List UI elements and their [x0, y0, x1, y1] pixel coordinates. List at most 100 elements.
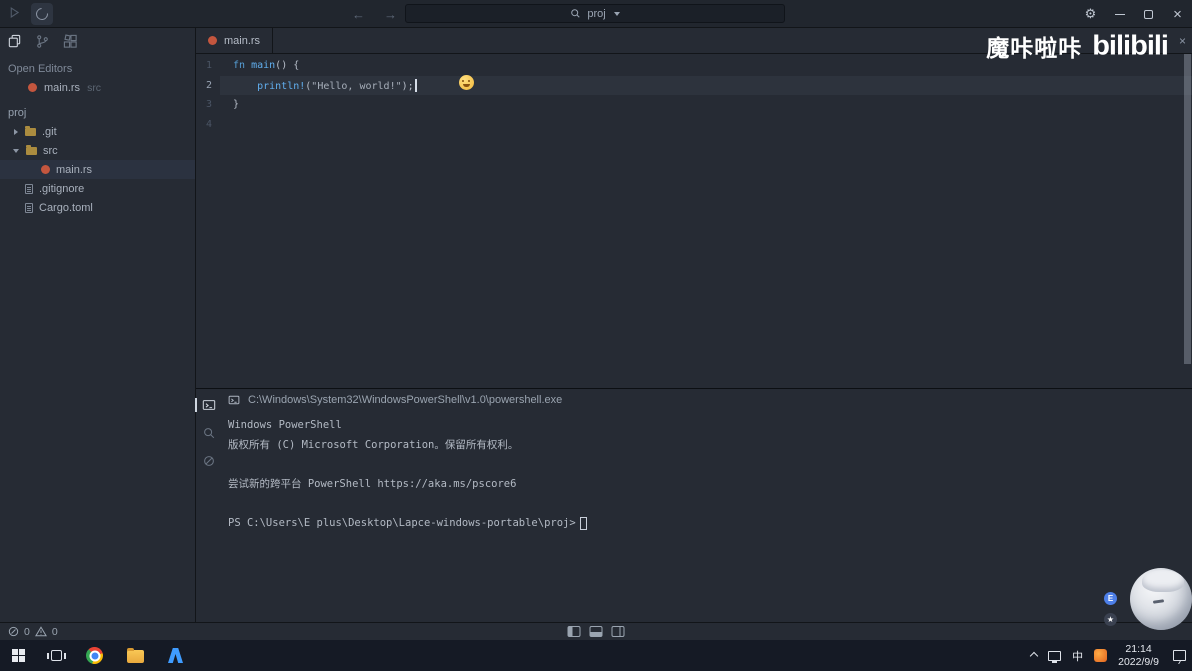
sidebar: Open Editors main.rs src proj .git src m… [0, 28, 196, 622]
problems-icon[interactable] [202, 454, 216, 468]
code-content: } [233, 99, 240, 111]
tray-expand-icon[interactable] [1029, 651, 1039, 660]
error-count: 0 [24, 625, 30, 638]
terminal-line: 尝试新的跨平台 PowerShell https://aka.ms/pscore… [228, 477, 517, 490]
clock-date: 2022/9/9 [1118, 655, 1159, 668]
panel-icon-strip [195, 389, 222, 622]
tabbar: main.rs × [196, 28, 1192, 54]
tree-item-main-rs[interactable]: main.rs [0, 160, 195, 179]
file-icon [25, 183, 33, 194]
rust-file-icon [208, 36, 217, 45]
chevron-down-icon [13, 148, 19, 153]
extensions-icon[interactable] [63, 33, 78, 49]
editor-area: main.rs × 魔咔啦咔 bilibili 1 fn main() { 2 … [195, 28, 1192, 622]
titlebar-logos [0, 2, 53, 25]
tab-label: main.rs [224, 34, 261, 47]
layout-toggles [567, 626, 625, 637]
maximize-icon [1144, 9, 1153, 19]
system-tray: 中 21:14 2022/9/9 [1029, 640, 1186, 671]
lapce-logo-icon [8, 6, 21, 22]
titlebar: ← → proj ⚙ × [0, 0, 1192, 28]
forward-button[interactable]: → [380, 0, 401, 28]
open-editor-name: main.rs [44, 81, 81, 94]
explorer-icon[interactable] [7, 34, 22, 49]
task-view-icon[interactable] [47, 650, 66, 661]
app-logo-icon [33, 5, 51, 22]
code-editor[interactable]: 1 fn main() { 2 println!("Hello, world!"… [196, 54, 1192, 388]
rust-file-icon [28, 83, 37, 92]
tree-item-gitignore[interactable]: .gitignore [0, 179, 195, 198]
code-line[interactable]: 4 [196, 115, 1192, 135]
toggle-left-panel-icon[interactable] [567, 626, 581, 637]
minimize-button[interactable] [1105, 0, 1134, 28]
chevron-down-icon [613, 11, 620, 16]
code-line[interactable]: 3 } [196, 95, 1192, 115]
error-icon [8, 626, 19, 637]
terminal-line: 版权所有 (C) Microsoft Corporation。保留所有权利。 [228, 438, 519, 451]
line-number: 4 [205, 118, 212, 130]
search-icon [571, 9, 580, 18]
code-content: println!("Hello, world!"); [233, 78, 417, 92]
maximize-button[interactable] [1134, 0, 1163, 28]
smiley-emoji-icon [459, 75, 474, 90]
tray-ime-indicator[interactable]: 中 [1072, 648, 1083, 664]
minimize-icon [1114, 13, 1125, 15]
file-explorer-icon[interactable] [127, 647, 144, 663]
taskbar-clock[interactable]: 21:14 2022/9/9 [1118, 643, 1159, 668]
project-root-label[interactable]: proj [8, 107, 195, 119]
tree-item-src[interactable]: src [0, 141, 195, 160]
problems-summary[interactable]: 0 0 [8, 626, 58, 638]
settings-gear-button[interactable]: ⚙ [1076, 0, 1105, 28]
toggle-bottom-panel-icon[interactable] [589, 626, 603, 637]
editor-close-icon[interactable]: × [1179, 28, 1186, 54]
terminal-output[interactable]: Windows PowerShell 版权所有 (C) Microsoft Co… [222, 411, 1192, 534]
rust-file-icon [41, 165, 50, 174]
code-line-active[interactable]: 2 println!("Hello, world!"); [196, 75, 1192, 95]
back-button[interactable]: ← [348, 0, 369, 28]
open-editor-item[interactable]: main.rs src [0, 78, 195, 97]
search-panel-icon[interactable] [202, 426, 216, 440]
tray-display-icon[interactable] [1048, 650, 1062, 663]
editor-scrollbar[interactable] [1184, 54, 1191, 364]
app-window: ← → proj ⚙ × Open Editors main.rs src pr… [0, 0, 1192, 671]
file-icon [25, 202, 33, 213]
tab-main-rs[interactable]: main.rs [196, 28, 274, 53]
terminal-line: Windows PowerShell [228, 419, 342, 431]
toggle-right-panel-icon[interactable] [611, 626, 625, 637]
window-controls: ⚙ × [1076, 0, 1192, 28]
open-editors-header[interactable]: Open Editors [8, 63, 195, 75]
text-cursor [414, 78, 417, 92]
statusbar: 0 0 [0, 622, 1192, 640]
workspace-search[interactable]: proj [405, 4, 785, 23]
line-number: 1 [205, 60, 212, 72]
clock-time: 21:14 [1125, 643, 1152, 655]
open-editor-folder: src [87, 81, 102, 94]
tree-item-cargo-toml[interactable]: Cargo.toml [0, 198, 195, 217]
line-number: 3 [205, 99, 212, 111]
activity-bar [0, 28, 195, 54]
taskbar-apps [47, 647, 183, 664]
terminal-tab-icon [228, 395, 240, 405]
chrome-icon[interactable] [86, 647, 103, 664]
action-center-icon[interactable] [1173, 650, 1186, 661]
terminal-main: C:\Windows\System32\WindowsPowerShell\v1… [222, 389, 1192, 622]
windows-logo-icon [12, 649, 25, 662]
close-button[interactable]: × [1163, 0, 1192, 28]
workspace-name: proj [587, 7, 606, 20]
code-line[interactable]: 1 fn main() { [196, 56, 1192, 76]
terminal-panel: C:\Windows\System32\WindowsPowerShell\v1… [195, 388, 1192, 622]
lapce-taskbar-icon[interactable] [168, 648, 183, 663]
terminal-tab[interactable]: C:\Windows\System32\WindowsPowerShell\v1… [222, 389, 1192, 411]
terminal-prompt-line: PS C:\Users\E plus\Desktop\Lapce-windows… [228, 514, 1192, 534]
terminal-icon[interactable] [195, 398, 216, 412]
terminal-prompt: PS C:\Users\E plus\Desktop\Lapce-windows… [228, 516, 576, 529]
terminal-tab-path: C:\Windows\System32\WindowsPowerShell\v1… [248, 394, 563, 406]
tree-item-git[interactable]: .git [0, 122, 195, 141]
tray-app-icon[interactable] [1094, 649, 1108, 662]
chevron-right-icon [14, 128, 18, 135]
app-menu-button[interactable] [31, 2, 53, 25]
source-control-icon[interactable] [35, 34, 50, 49]
terminal-cursor [579, 517, 587, 531]
start-button[interactable] [12, 649, 25, 662]
